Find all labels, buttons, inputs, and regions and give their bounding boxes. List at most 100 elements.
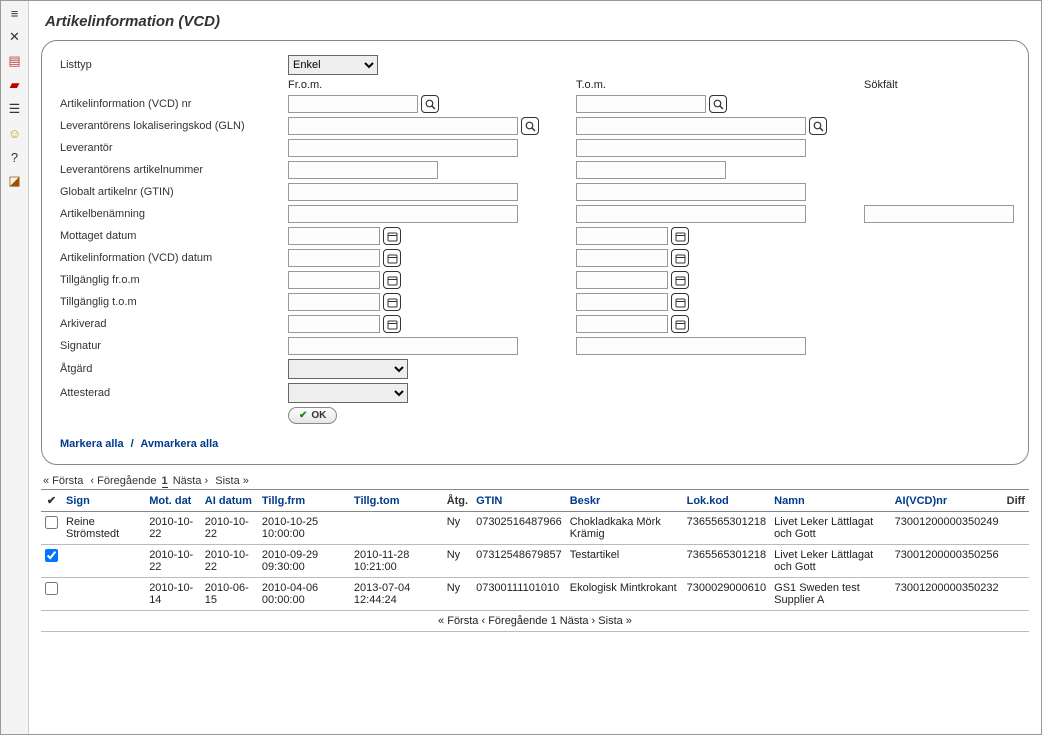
- leverantor-to[interactable]: [576, 139, 806, 157]
- ok-button[interactable]: ✔OK: [288, 407, 337, 424]
- col-gtin[interactable]: GTIN: [472, 490, 566, 512]
- calendar-icon[interactable]: [383, 271, 401, 289]
- stack-icon[interactable]: ☰: [7, 101, 23, 117]
- gln-to[interactable]: [576, 117, 806, 135]
- cell-atg: Ny: [443, 545, 472, 578]
- pager-last[interactable]: Sista »: [213, 475, 251, 487]
- gtin-from[interactable]: [288, 183, 518, 201]
- ai-nr-from[interactable]: [288, 95, 418, 113]
- col-lokkod[interactable]: Lok.kod: [683, 490, 771, 512]
- calendar-icon[interactable]: [383, 227, 401, 245]
- tillg-tom-to[interactable]: [576, 293, 668, 311]
- pager-prev[interactable]: ‹ Föregående: [481, 615, 547, 627]
- cell-tillgfrm: 2010-04-06 00:00:00: [258, 578, 350, 611]
- col-tillgtom[interactable]: Tillg.tom: [350, 490, 443, 512]
- tillg-from-to[interactable]: [576, 271, 668, 289]
- tillg-tom-from[interactable]: [288, 293, 380, 311]
- search-icon[interactable]: [421, 95, 439, 113]
- pager-prev[interactable]: ‹ Föregående: [88, 475, 158, 487]
- calendar-icon[interactable]: [383, 315, 401, 333]
- calendar-icon[interactable]: [671, 271, 689, 289]
- leverantor-from[interactable]: [288, 139, 518, 157]
- row-checkbox[interactable]: [45, 549, 58, 562]
- col-tillgfrm[interactable]: Tillg.frm: [258, 490, 350, 512]
- tillg-from-label: Tillgänglig fr.o.m: [60, 274, 280, 286]
- cell-motdat: 2010-10-14: [145, 578, 201, 611]
- gtin-to[interactable]: [576, 183, 806, 201]
- calendar-icon[interactable]: [383, 249, 401, 267]
- avmarkera-alla-link[interactable]: Avmarkera alla: [140, 438, 218, 450]
- pager-current: 1: [162, 475, 168, 488]
- user-icon[interactable]: ☺: [7, 125, 23, 141]
- calendar-icon[interactable]: [671, 315, 689, 333]
- leverantor-label: Leverantör: [60, 142, 280, 154]
- pdf-icon[interactable]: ▰: [7, 77, 23, 93]
- tillg-from-from[interactable]: [288, 271, 380, 289]
- lev-artnr-to[interactable]: [576, 161, 726, 179]
- markera-alla-link[interactable]: Markera alla: [60, 438, 124, 450]
- cell-sign: Reine Strömstedt: [62, 512, 145, 545]
- arkiverad-to[interactable]: [576, 315, 668, 333]
- signatur-to[interactable]: [576, 337, 806, 355]
- cell-diff: [1003, 578, 1029, 611]
- from-header: Fr.o.m.: [288, 79, 568, 91]
- search-icon[interactable]: [809, 117, 827, 135]
- col-aidatum[interactable]: AI datum: [201, 490, 258, 512]
- pager-first[interactable]: « Första: [41, 475, 85, 487]
- cell-lokkod: 7300029000610: [683, 578, 771, 611]
- page-title: Artikelinformation (VCD): [45, 13, 1029, 30]
- cell-namn: GS1 Sweden test Supplier A: [770, 578, 890, 611]
- sidebar: ≡ ✕ ▤ ▰ ☰ ☺ ? ◪: [1, 1, 29, 734]
- mottaget-to[interactable]: [576, 227, 668, 245]
- benamning-label: Artikelbenämning: [60, 208, 280, 220]
- col-motdat[interactable]: Mot. dat: [145, 490, 201, 512]
- cell-aivcdnr: 73001200000350232: [891, 578, 1003, 611]
- calendar-icon[interactable]: [671, 293, 689, 311]
- close-icon[interactable]: ✕: [7, 29, 23, 45]
- benamning-sok[interactable]: [864, 205, 1014, 223]
- sokfalt-header: Sökfält: [864, 79, 1041, 91]
- atgard-label: Åtgärd: [60, 363, 280, 375]
- ai-datum-from[interactable]: [288, 249, 380, 267]
- exit-icon[interactable]: ◪: [7, 173, 23, 189]
- ai-datum-to[interactable]: [576, 249, 668, 267]
- calendar-icon[interactable]: [383, 293, 401, 311]
- arkiverad-from[interactable]: [288, 315, 380, 333]
- list-icon[interactable]: ≡: [7, 5, 23, 21]
- col-sign[interactable]: Sign: [62, 490, 145, 512]
- listtyp-select[interactable]: Enkel: [288, 55, 378, 75]
- search-icon[interactable]: [521, 117, 539, 135]
- benamning-to[interactable]: [576, 205, 806, 223]
- gln-from[interactable]: [288, 117, 518, 135]
- cell-gtin: 07300111101010: [472, 578, 566, 611]
- pager-next[interactable]: Nästa ›: [560, 615, 595, 627]
- cell-aivcdnr: 73001200000350256: [891, 545, 1003, 578]
- ai-datum-label: Artikelinformation (VCD) datum: [60, 252, 280, 264]
- pager-last[interactable]: Sista »: [598, 615, 632, 627]
- row-checkbox[interactable]: [45, 516, 58, 529]
- help-icon[interactable]: ?: [7, 149, 23, 165]
- cell-beskr: Testartikel: [566, 545, 683, 578]
- ai-nr-to[interactable]: [576, 95, 706, 113]
- cell-diff: [1003, 512, 1029, 545]
- pager-current: 1: [551, 615, 557, 627]
- attesterad-select[interactable]: [288, 383, 408, 403]
- signatur-from[interactable]: [288, 337, 518, 355]
- pager-next[interactable]: Nästa ›: [171, 475, 210, 487]
- col-aivcdnr[interactable]: AI(VCD)nr: [891, 490, 1003, 512]
- col-beskr[interactable]: Beskr: [566, 490, 683, 512]
- calendar-icon[interactable]: [671, 227, 689, 245]
- calendar-icon[interactable]: [671, 249, 689, 267]
- benamning-from[interactable]: [288, 205, 518, 223]
- col-check[interactable]: ✔: [41, 490, 62, 512]
- cell-aidatum: 2010-10-22: [201, 512, 258, 545]
- doc-icon[interactable]: ▤: [7, 53, 23, 69]
- cell-aivcdnr: 73001200000350249: [891, 512, 1003, 545]
- row-checkbox[interactable]: [45, 582, 58, 595]
- pager-first[interactable]: « Första: [438, 615, 478, 627]
- lev-artnr-from[interactable]: [288, 161, 438, 179]
- atgard-select[interactable]: [288, 359, 408, 379]
- col-namn[interactable]: Namn: [770, 490, 890, 512]
- search-icon[interactable]: [709, 95, 727, 113]
- mottaget-from[interactable]: [288, 227, 380, 245]
